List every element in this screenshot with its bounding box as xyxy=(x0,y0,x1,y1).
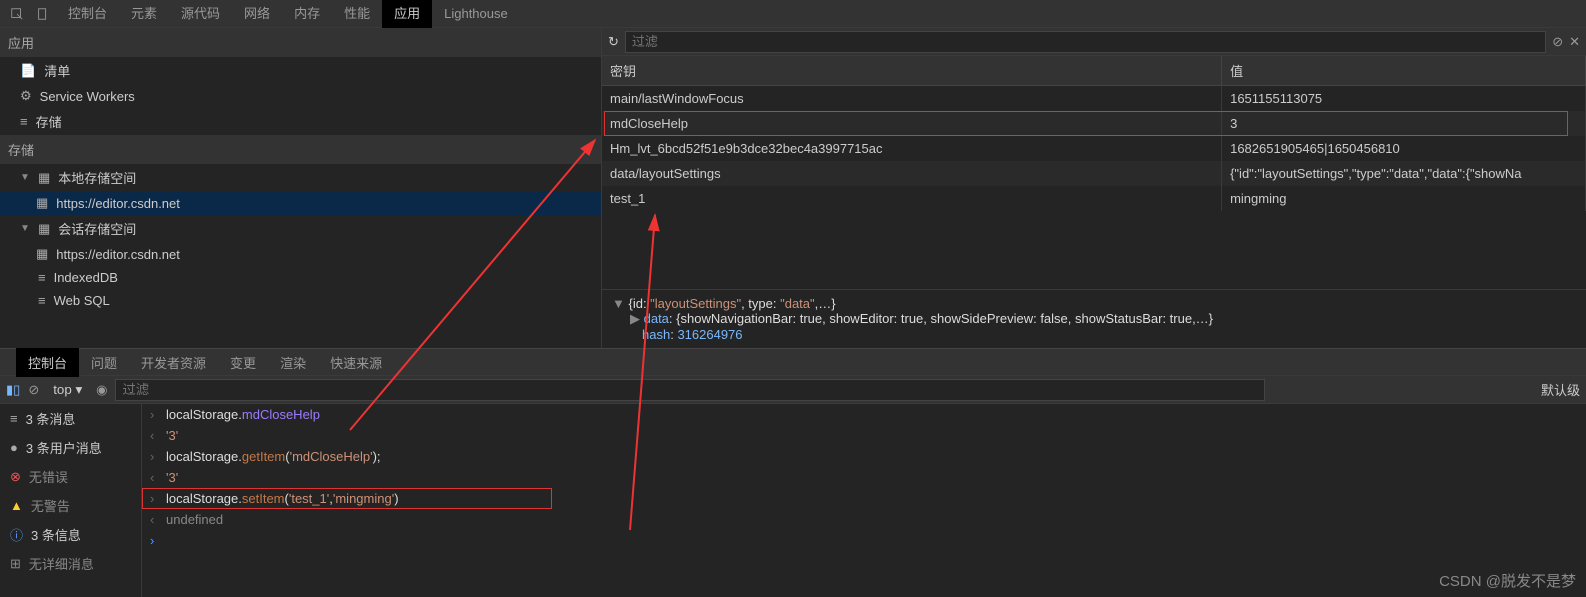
console-line: › xyxy=(142,530,1586,551)
storage-group[interactable]: ≡IndexedDB xyxy=(0,266,601,289)
console-filter-list[interactable]: ≡3 条消息 xyxy=(0,404,141,433)
tab-源代码[interactable]: 源代码 xyxy=(169,0,232,28)
context-selector[interactable]: top ▾ xyxy=(47,380,88,400)
grid-icon: ▦ xyxy=(36,246,48,262)
devtools-top-tabs: 控制台元素源代码网络内存性能应用Lighthouse xyxy=(0,0,1586,28)
chevron-down-icon: ▼ xyxy=(20,172,30,183)
eye-icon[interactable]: ◉ xyxy=(96,382,107,398)
marker-icon: ‹ xyxy=(150,512,160,527)
app-item-Service Workers[interactable]: ⚙Service Workers xyxy=(0,84,601,108)
marker-icon: ‹ xyxy=(150,470,160,485)
storage-table[interactable]: 密钥 值 main/lastWindowFocus1651155113075md… xyxy=(602,56,1586,211)
storage-origin[interactable]: ▦https://editor.csdn.net xyxy=(0,242,601,266)
drawer-tab-渲染[interactable]: 渲染 xyxy=(268,348,318,377)
sidebar-toggle-icon[interactable]: ▮▯ xyxy=(6,382,20,398)
drawer-tab-快速来源[interactable]: 快速来源 xyxy=(318,348,394,377)
marker-icon: › xyxy=(150,407,160,422)
marker-icon: ‹ xyxy=(150,428,160,443)
drawer-tab-控制台[interactable]: 控制台 xyxy=(16,348,79,377)
application-sidebar: 应用 📄清单⚙Service Workers≡存储 存储 ▼▦本地存储空间▦ht… xyxy=(0,28,601,348)
console-filter-debug[interactable]: ⊞无详细消息 xyxy=(0,549,141,578)
tab-Lighthouse[interactable]: Lighthouse xyxy=(432,0,520,28)
tab-控制台[interactable]: 控制台 xyxy=(56,0,119,28)
log-levels[interactable]: 默认级 xyxy=(1541,380,1580,399)
app-item-存储[interactable]: ≡存储 xyxy=(0,108,601,135)
storage-group[interactable]: ▼▦本地存储空间 xyxy=(0,164,601,191)
console-line: ‹undefined xyxy=(142,509,1586,530)
console-sidebar: ≡3 条消息●3 条用户消息⊗无错误▲无警告ⓘ3 条信息⊞无详细消息 xyxy=(0,404,142,597)
drawer-tabs: 控制台问题开发者资源变更渲染快速来源 xyxy=(0,348,1586,376)
watermark: CSDN @脱发不是梦 xyxy=(1439,570,1576,591)
inspect-icon[interactable] xyxy=(4,1,30,27)
db-icon: ≡ xyxy=(38,270,46,285)
tab-性能[interactable]: 性能 xyxy=(332,0,382,28)
chevron-down-icon: ▼ xyxy=(20,223,30,234)
marker-icon: › xyxy=(150,449,160,464)
error-icon: ⊗ xyxy=(10,469,21,485)
storage-toolbar: ↻ ⊘ ✕ xyxy=(602,28,1586,56)
tab-应用[interactable]: 应用 xyxy=(382,0,432,28)
console-filter-warn[interactable]: ▲无警告 xyxy=(0,491,141,520)
console-toolbar: ▮▯ ⊘ top ▾ ◉ 默认级 xyxy=(0,376,1586,404)
refresh-icon[interactable]: ↻ xyxy=(608,34,619,50)
console-line: ›localStorage.getItem('mdCloseHelp'); xyxy=(142,446,1586,467)
db-icon: ≡ xyxy=(38,293,46,308)
tab-内存[interactable]: 内存 xyxy=(282,0,332,28)
console-filter-user[interactable]: ●3 条用户消息 xyxy=(0,433,141,462)
user-icon: ● xyxy=(10,440,18,455)
marker-icon: › xyxy=(150,533,160,548)
table-row[interactable]: data/layoutSettings{"id":"layoutSettings… xyxy=(602,161,1586,186)
console-line: ‹'3' xyxy=(142,467,1586,488)
storage-filter-input[interactable] xyxy=(625,31,1546,53)
db-icon: ≡ xyxy=(20,114,28,129)
debug-icon: ⊞ xyxy=(10,556,21,572)
grid-icon: ▦ xyxy=(38,221,50,237)
storage-section-header: 存储 xyxy=(0,135,601,164)
block-icon[interactable]: ⊘ xyxy=(1552,34,1563,50)
grid-icon: ▦ xyxy=(38,170,50,186)
info-icon: ⓘ xyxy=(10,525,23,544)
marker-icon: › xyxy=(150,491,160,506)
gear-icon: ⚙ xyxy=(20,88,32,104)
drawer-tab-开发者资源[interactable]: 开发者资源 xyxy=(129,348,218,377)
console-filter-input[interactable] xyxy=(115,379,1265,401)
table-header-value[interactable]: 值 xyxy=(1222,56,1586,86)
console-line: ›localStorage.setItem('test_1','mingming… xyxy=(142,488,552,509)
close-icon[interactable]: ✕ xyxy=(1569,34,1580,50)
file-icon: 📄 xyxy=(20,63,36,79)
storage-origin[interactable]: ▦https://editor.csdn.net xyxy=(0,191,601,215)
device-icon[interactable] xyxy=(30,1,56,27)
table-row[interactable]: main/lastWindowFocus1651155113075 xyxy=(602,86,1586,112)
block-icon[interactable]: ⊘ xyxy=(28,382,39,398)
storage-group[interactable]: ≡Web SQL xyxy=(0,289,601,312)
console-output[interactable]: ›localStorage.mdCloseHelp‹'3'›localStora… xyxy=(142,404,1586,597)
table-row[interactable]: Hm_lvt_6bcd52f51e9b3dce32bec4a3997715ac1… xyxy=(602,136,1586,161)
storage-viewer: ↻ ⊘ ✕ 密钥 值 main/lastWindowFocus165115511… xyxy=(601,28,1586,348)
console-filter-info[interactable]: ⓘ3 条信息 xyxy=(0,520,141,549)
storage-detail-pane: ▼ {id: "layoutSettings", type: "data",…}… xyxy=(602,289,1586,348)
tab-网络[interactable]: 网络 xyxy=(232,0,282,28)
warn-icon: ▲ xyxy=(10,498,23,513)
grid-icon: ▦ xyxy=(36,195,48,211)
drawer-tab-问题[interactable]: 问题 xyxy=(79,348,129,377)
tab-元素[interactable]: 元素 xyxy=(119,0,169,28)
console-filter-error[interactable]: ⊗无错误 xyxy=(0,462,141,491)
table-header-key[interactable]: 密钥 xyxy=(602,56,1222,86)
list-icon: ≡ xyxy=(10,411,18,426)
console-line: ‹'3' xyxy=(142,425,1586,446)
console-line: ›localStorage.mdCloseHelp xyxy=(142,404,1586,425)
table-row[interactable]: mdCloseHelp3 xyxy=(602,111,1586,136)
app-item-清单[interactable]: 📄清单 xyxy=(0,57,601,84)
storage-group[interactable]: ▼▦会话存储空间 xyxy=(0,215,601,242)
drawer-tab-变更[interactable]: 变更 xyxy=(218,348,268,377)
table-row[interactable]: test_1mingming xyxy=(602,186,1586,211)
app-section-header: 应用 xyxy=(0,28,601,57)
